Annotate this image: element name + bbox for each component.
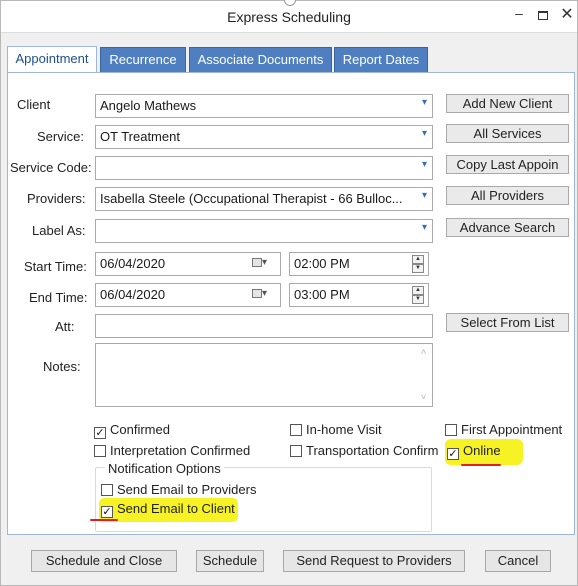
client-select[interactable]: Angelo Mathews ▾ bbox=[95, 94, 433, 118]
providers-value: Isabella Steele (Occupational Therapist … bbox=[100, 191, 403, 206]
annotation-underline bbox=[90, 519, 118, 521]
tab-report-dates[interactable]: Report Dates bbox=[334, 47, 428, 72]
providers-select[interactable]: Isabella Steele (Occupational Therapist … bbox=[95, 187, 433, 211]
service-select[interactable]: OT Treatment ▾ bbox=[95, 125, 433, 149]
tab-recurrence[interactable]: Recurrence bbox=[100, 47, 186, 72]
providers-label: Providers: bbox=[27, 191, 86, 206]
window-title: Express Scheduling bbox=[227, 9, 351, 25]
checkbox-unchecked-icon bbox=[94, 445, 106, 457]
all-services-button[interactable]: All Services bbox=[446, 124, 569, 143]
transportation-confirm-checkbox[interactable]: Transportation Confirm bbox=[290, 443, 438, 458]
start-time-value: 02:00 PM bbox=[294, 256, 350, 271]
send-email-client-checkbox[interactable]: ✓ Send Email to Client bbox=[99, 498, 238, 522]
annotation-underline bbox=[461, 464, 501, 466]
schedule-and-close-button[interactable]: Schedule and Close bbox=[31, 550, 177, 572]
scroll-up-icon[interactable]: ˄ bbox=[416, 347, 431, 358]
label-as-label: Label As: bbox=[32, 223, 86, 238]
service-code-label: Service Code: bbox=[10, 160, 92, 175]
start-date-value: 06/04/2020 bbox=[100, 256, 166, 271]
end-time-label: End Time: bbox=[29, 290, 88, 305]
end-time-value: 03:00 PM bbox=[294, 287, 350, 302]
maximize-icon bbox=[538, 11, 548, 20]
notes-textarea[interactable]: ˄ ˅ bbox=[95, 343, 433, 407]
notes-label: Notes: bbox=[43, 359, 81, 374]
att-input[interactable] bbox=[95, 314, 433, 338]
tab-associate-documents[interactable]: Associate Documents bbox=[189, 47, 332, 72]
transportation-confirm-label: Transportation Confirm bbox=[306, 443, 439, 458]
start-time-spinner[interactable]: 02:00 PM ▲ ▼ bbox=[289, 252, 429, 276]
checkbox-checked-icon: ✓ bbox=[447, 448, 459, 460]
att-label: Att: bbox=[55, 319, 75, 334]
first-appointment-label: First Appointment bbox=[461, 422, 563, 437]
online-label: Online bbox=[463, 443, 501, 458]
in-home-visit-checkbox[interactable]: In-home Visit bbox=[290, 422, 382, 437]
checkbox-unchecked-icon bbox=[290, 424, 302, 436]
client-label: Client bbox=[17, 97, 51, 112]
maximize-button[interactable] bbox=[531, 5, 555, 27]
calendar-icon[interactable]: ▾ bbox=[252, 257, 274, 271]
dropdown-arrow-icon: ▾ bbox=[421, 97, 427, 108]
checkbox-unchecked-icon bbox=[101, 484, 113, 496]
client-value: Angelo Mathews bbox=[100, 98, 197, 113]
schedule-button[interactable]: Schedule bbox=[196, 550, 264, 572]
confirmed-label: Confirmed bbox=[110, 422, 170, 437]
first-appointment-checkbox[interactable]: First Appointment bbox=[445, 422, 562, 437]
time-spinner-icon[interactable]: ▲ ▼ bbox=[412, 255, 424, 273]
calendar-icon[interactable]: ▾ bbox=[252, 288, 274, 302]
dropdown-arrow-icon: ▾ bbox=[421, 190, 427, 201]
label-as-select[interactable]: ▾ bbox=[95, 219, 433, 243]
title-bar: Express Scheduling – ✕ bbox=[1, 0, 578, 33]
advance-search-button[interactable]: Advance Search bbox=[446, 218, 569, 237]
close-button[interactable]: ✕ bbox=[555, 5, 578, 27]
notification-options-title: Notification Options bbox=[105, 461, 224, 476]
copy-last-appointment-button[interactable]: Copy Last Appoin bbox=[446, 155, 569, 174]
send-email-client-label: Send Email to Client bbox=[117, 501, 235, 516]
start-time-label: Start Time: bbox=[24, 259, 87, 274]
tab-appointment[interactable]: Appointment bbox=[7, 46, 97, 73]
confirmed-checkbox[interactable]: ✓ Confirmed bbox=[94, 422, 170, 439]
minimize-button[interactable]: – bbox=[507, 3, 531, 25]
send-email-providers-label: Send Email to Providers bbox=[117, 482, 257, 497]
time-spinner-icon[interactable]: ▲ ▼ bbox=[412, 286, 424, 304]
checkbox-checked-icon: ✓ bbox=[101, 506, 113, 518]
title-notch-decoration bbox=[284, 0, 296, 6]
service-label: Service: bbox=[37, 129, 84, 144]
notes-scrollbar[interactable]: ˄ ˅ bbox=[416, 345, 431, 405]
dropdown-arrow-icon: ▾ bbox=[421, 222, 427, 233]
end-date-value: 06/04/2020 bbox=[100, 287, 166, 302]
start-date-picker[interactable]: 06/04/2020 ▾ bbox=[95, 252, 281, 276]
service-value: OT Treatment bbox=[100, 129, 180, 144]
add-new-client-button[interactable]: Add New Client bbox=[446, 94, 569, 113]
end-date-picker[interactable]: 06/04/2020 ▾ bbox=[95, 283, 281, 307]
in-home-visit-label: In-home Visit bbox=[306, 422, 382, 437]
scroll-down-icon[interactable]: ˅ bbox=[416, 392, 431, 403]
select-from-list-button[interactable]: Select From List bbox=[446, 313, 569, 332]
checkbox-unchecked-icon bbox=[290, 445, 302, 457]
end-time-spinner[interactable]: 03:00 PM ▲ ▼ bbox=[289, 283, 429, 307]
cancel-button[interactable]: Cancel bbox=[485, 550, 551, 572]
dropdown-arrow-icon: ▾ bbox=[421, 159, 427, 170]
dropdown-arrow-icon: ▾ bbox=[421, 128, 427, 139]
checkbox-checked-icon: ✓ bbox=[94, 427, 106, 439]
send-request-to-providers-button[interactable]: Send Request to Providers bbox=[283, 550, 465, 572]
express-scheduling-window: Express Scheduling – ✕ Appointment Recur… bbox=[0, 0, 578, 586]
interpretation-confirmed-label: Interpretation Confirmed bbox=[110, 443, 251, 458]
all-providers-button[interactable]: All Providers bbox=[446, 186, 569, 205]
send-email-providers-checkbox[interactable]: Send Email to Providers bbox=[101, 482, 256, 497]
interpretation-confirmed-checkbox[interactable]: Interpretation Confirmed bbox=[94, 443, 250, 458]
service-code-select[interactable]: ▾ bbox=[95, 156, 433, 180]
online-checkbox[interactable]: ✓ Online bbox=[445, 439, 523, 465]
checkbox-unchecked-icon bbox=[445, 424, 457, 436]
